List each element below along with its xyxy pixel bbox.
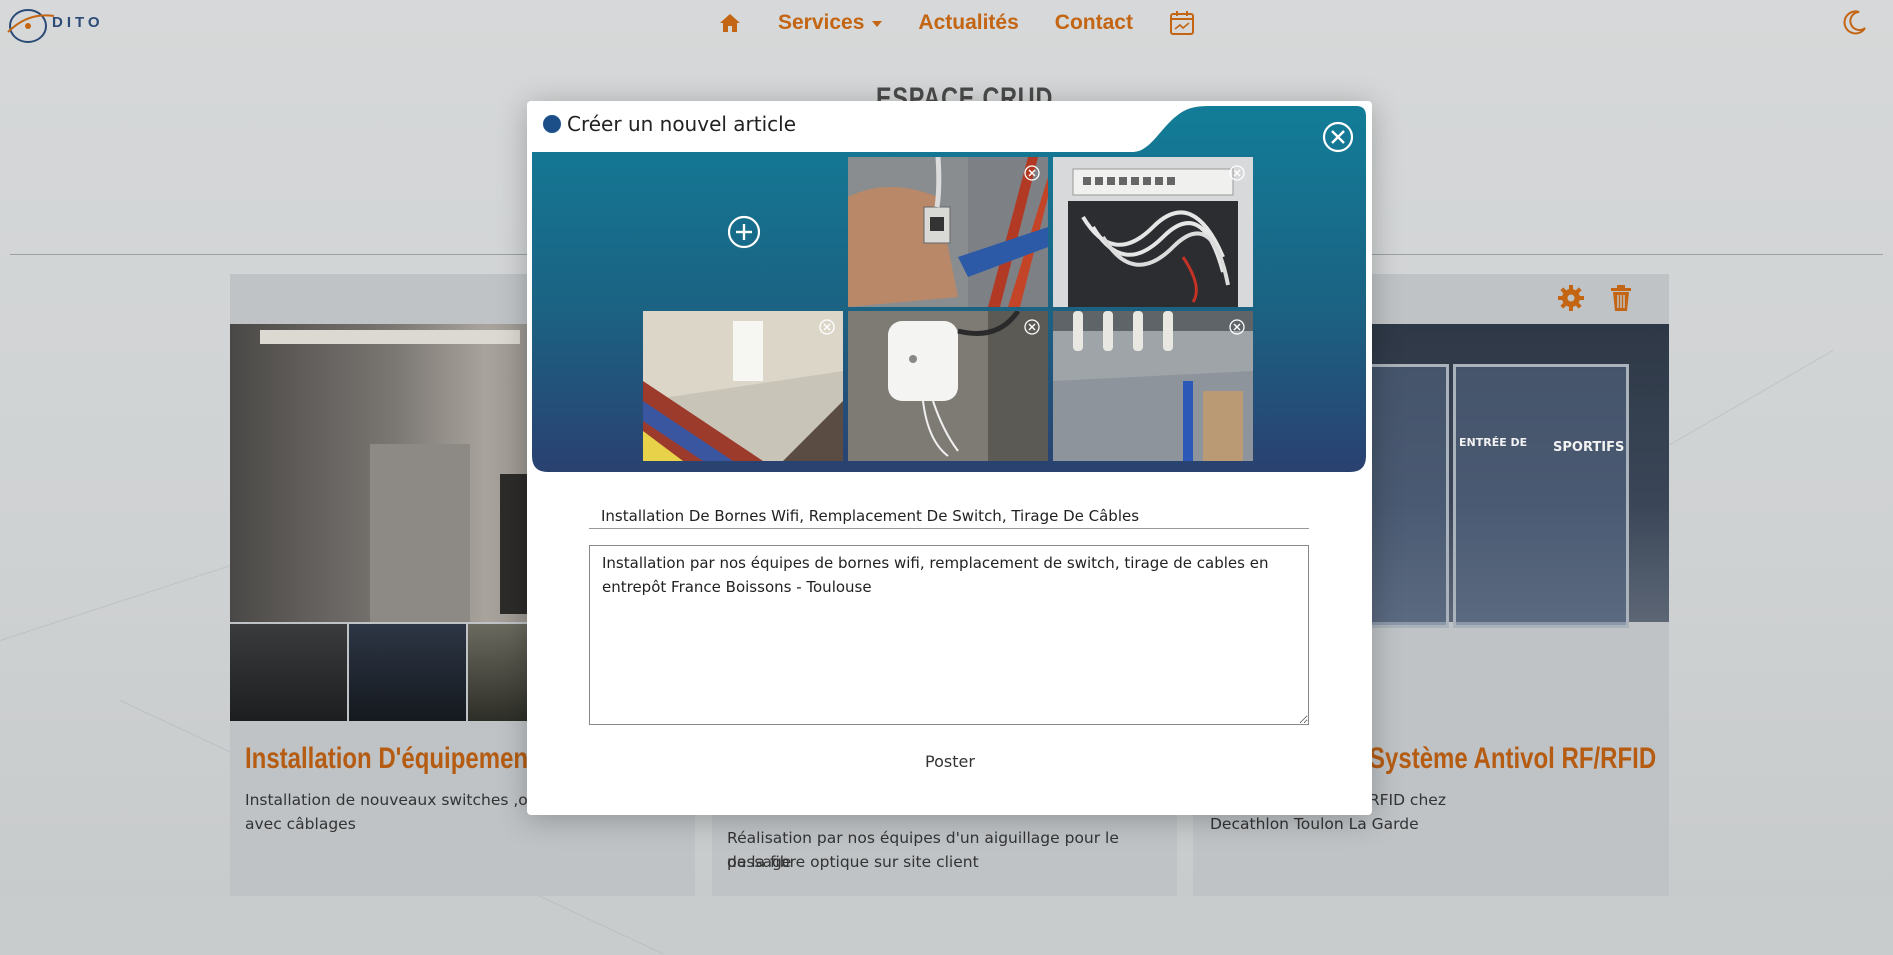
- modal-title-dot: [543, 115, 561, 133]
- nav-home[interactable]: [718, 11, 742, 35]
- create-article-modal: Créer un nouvel article Installation De …: [527, 101, 1372, 815]
- image-warehouse-ceiling: [1053, 311, 1253, 461]
- main-nav: Services Actualités Contact: [718, 10, 1195, 36]
- article-desc-line: avec câblages: [245, 815, 356, 833]
- add-image-button[interactable]: [727, 215, 761, 249]
- image-sign-text: ENTRÉE DE: [1459, 436, 1528, 449]
- uploaded-image[interactable]: [643, 311, 843, 461]
- remove-image-icon: [1229, 319, 1245, 335]
- calendar-icon: [1169, 11, 1194, 35]
- image-warehouse-aisle: [643, 311, 843, 461]
- uploaded-image[interactable]: [848, 311, 1048, 461]
- remove-image-button[interactable]: [1229, 165, 1245, 181]
- image-doorway: [370, 444, 470, 622]
- article-thumbnail[interactable]: [349, 624, 466, 721]
- remove-image-button[interactable]: [1024, 165, 1040, 181]
- article-desc-line: de la fibre optique sur site client: [727, 853, 979, 871]
- remove-image-icon: [1024, 319, 1040, 335]
- image-wifi-access-point: [848, 311, 1048, 461]
- uploaded-image[interactable]: [848, 157, 1048, 307]
- chevron-down-icon: [872, 21, 883, 27]
- article-desc-line: Installation de nouveaux switches ,ondu: [245, 791, 558, 809]
- remove-image-icon: [1229, 165, 1245, 181]
- trash-icon: [1611, 285, 1631, 311]
- remove-image-icon: [1024, 165, 1040, 181]
- nav-services[interactable]: Services: [778, 11, 883, 35]
- home-icon: [720, 14, 740, 32]
- logo-text: DITO: [52, 14, 104, 31]
- edit-article-button[interactable]: [1557, 284, 1585, 316]
- close-icon: [1322, 121, 1354, 153]
- remove-image-button[interactable]: [819, 319, 835, 335]
- uploaded-image[interactable]: [1053, 157, 1253, 307]
- add-icon: [727, 215, 761, 249]
- image-hand-cable: [848, 157, 1048, 307]
- article-title[interactable]: Système Antivol RF/RFID: [1369, 742, 1656, 776]
- image-glass-door: [1453, 364, 1629, 628]
- theme-toggle[interactable]: [1841, 8, 1869, 40]
- post-button[interactable]: Poster: [895, 746, 1005, 776]
- nav-news[interactable]: Actualités: [918, 11, 1018, 35]
- moon-icon: [1843, 10, 1866, 35]
- image-sign-text: SPORTIFS: [1553, 440, 1625, 455]
- remove-image-button[interactable]: [1229, 319, 1245, 335]
- article-thumbnail[interactable]: [230, 624, 347, 721]
- company-logo[interactable]: DITO: [4, 2, 100, 46]
- remove-image-icon: [819, 319, 835, 335]
- article-body-textarea[interactable]: Installation par nos équipes de bornes w…: [589, 545, 1309, 725]
- modal-title: Créer un nouvel article: [567, 112, 797, 136]
- top-navbar: DITO Services Actualités Contact: [0, 0, 1893, 46]
- image-ceiling-light: [260, 330, 520, 344]
- article-title-input[interactable]: [589, 503, 1309, 529]
- remove-image-button[interactable]: [1024, 319, 1040, 335]
- image-network-rack: [1053, 157, 1253, 307]
- uploaded-image[interactable]: [1053, 311, 1253, 461]
- nav-calendar[interactable]: [1169, 10, 1195, 36]
- nav-contact[interactable]: Contact: [1055, 11, 1133, 35]
- article-desc-line: Decathlon Toulon La Garde: [1210, 815, 1419, 833]
- article-title[interactable]: Installation D'équipements: [245, 742, 549, 776]
- delete-article-button[interactable]: [1609, 284, 1633, 316]
- settings-icon: [1558, 285, 1584, 311]
- close-modal-button[interactable]: [1322, 121, 1354, 153]
- nav-services-label: Services: [778, 11, 865, 34]
